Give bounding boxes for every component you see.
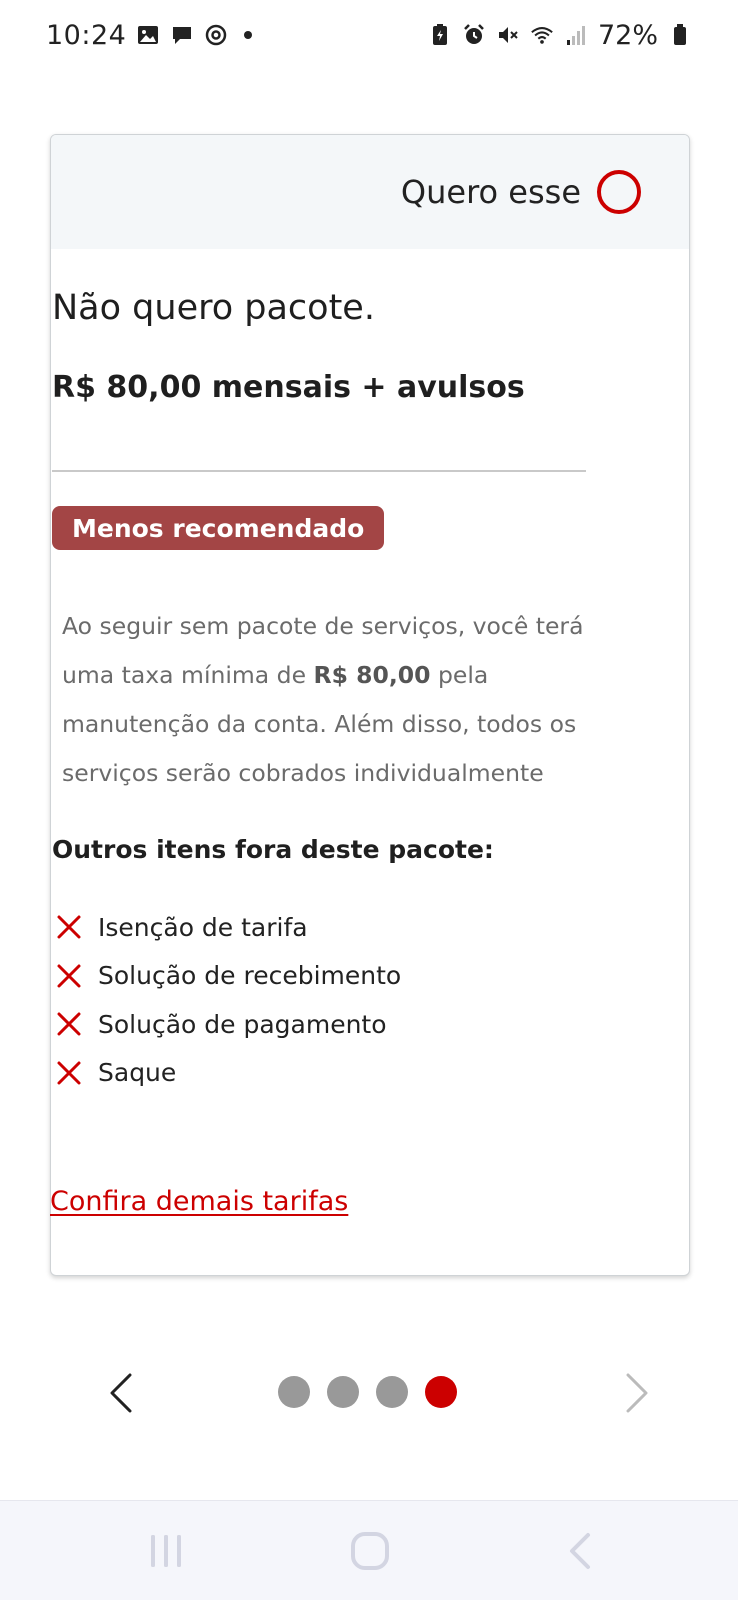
badge-label: Menos recomendado xyxy=(72,513,365,543)
system-navigation-bar xyxy=(0,1500,738,1600)
chevron-left-icon[interactable] xyxy=(106,1372,136,1414)
carousel-pager xyxy=(0,1352,738,1432)
pager-dot-4-active[interactable] xyxy=(425,1376,457,1408)
screen: 10:24 72% Quero esse Não quero pacote. R… xyxy=(0,0,738,1600)
pager-dots xyxy=(278,1376,457,1408)
list-item: Saque xyxy=(56,1049,401,1098)
close-x-icon xyxy=(56,1011,82,1037)
plan-card-header[interactable]: Quero esse xyxy=(51,135,689,249)
battery-percentage: 72% xyxy=(597,19,658,51)
wifi-icon xyxy=(530,23,554,47)
status-left: 10:24 xyxy=(46,19,253,51)
other-fees-link[interactable]: Confira demais tarifas xyxy=(50,1186,348,1217)
gallery-icon xyxy=(136,23,160,47)
recent-apps-icon[interactable] xyxy=(146,1531,186,1571)
plan-name: Não quero pacote. xyxy=(52,288,375,328)
signal-icon xyxy=(564,23,588,47)
mute-icon xyxy=(496,23,520,47)
status-right: 72% xyxy=(428,20,692,51)
threads-icon xyxy=(204,23,228,47)
status-time: 10:24 xyxy=(46,19,127,51)
pager-dot-1[interactable] xyxy=(278,1376,310,1408)
battery-icon xyxy=(668,23,692,47)
back-icon[interactable] xyxy=(560,1531,600,1571)
battery-saver-icon xyxy=(428,23,452,47)
list-item-label: Saque xyxy=(98,1058,177,1088)
status-bar: 10:24 72% xyxy=(0,0,738,70)
close-x-icon xyxy=(56,963,82,989)
list-item: Solução de pagamento xyxy=(56,1000,401,1049)
list-item-label: Solução de recebimento xyxy=(98,961,402,991)
excluded-items-title: Outros itens fora deste pacote: xyxy=(52,835,494,864)
recommendation-badge: Menos recomendado xyxy=(52,506,385,550)
alarm-icon xyxy=(462,23,486,47)
chevron-right-icon[interactable] xyxy=(622,1372,652,1414)
choose-plan-label: Quero esse xyxy=(400,173,581,211)
select-plan-radio[interactable] xyxy=(597,170,641,214)
excluded-items-list: Isenção de tarifa Solução de recebimento… xyxy=(56,903,401,1097)
close-x-icon xyxy=(56,1060,82,1086)
plan-price: R$ 80,00 mensais + avulsos xyxy=(52,370,525,405)
pager-dot-3[interactable] xyxy=(376,1376,408,1408)
chat-bubble-icon xyxy=(170,23,194,47)
home-icon[interactable] xyxy=(350,1531,390,1571)
description-highlight: R$ 80,00 xyxy=(313,661,431,689)
list-item: Solução de recebimento xyxy=(56,952,401,1001)
more-notifications-dot xyxy=(244,31,253,39)
close-x-icon xyxy=(56,914,82,940)
list-item-label: Isenção de tarifa xyxy=(98,912,308,942)
list-item: Isenção de tarifa xyxy=(56,903,401,952)
plan-description: Ao seguir sem pacote de serviços, você t… xyxy=(62,602,592,798)
divider xyxy=(52,470,586,472)
list-item-label: Solução de pagamento xyxy=(98,1009,387,1039)
pager-dot-2[interactable] xyxy=(327,1376,359,1408)
